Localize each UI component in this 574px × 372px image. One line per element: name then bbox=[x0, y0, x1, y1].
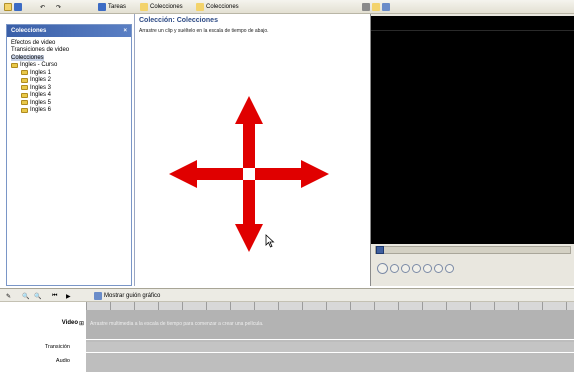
collections-button[interactable]: Colecciones bbox=[140, 2, 183, 12]
video-track-label[interactable]: Video bbox=[62, 320, 78, 326]
audio-track-label: Audio bbox=[55, 358, 70, 364]
collections-tree: Efectos de video Transiciones de video C… bbox=[7, 37, 131, 116]
up-folder-icon bbox=[362, 3, 370, 11]
time-ruler[interactable] bbox=[86, 302, 574, 310]
redo-button[interactable]: ↷ bbox=[56, 2, 61, 12]
seek-bar[interactable] bbox=[375, 246, 571, 254]
new-folder-icon bbox=[372, 3, 380, 11]
collection-instructions: Arrastre un clip y suéltelo en la escala… bbox=[139, 28, 269, 34]
undo-icon: ↶ bbox=[40, 4, 46, 11]
seek-handle[interactable] bbox=[376, 246, 384, 254]
collection-folder-icon bbox=[196, 3, 204, 11]
mouse-cursor-icon bbox=[265, 234, 275, 248]
set-audio-levels-button[interactable]: ✎ bbox=[6, 291, 11, 301]
next-frame-button[interactable] bbox=[412, 264, 421, 273]
collections-dropdown[interactable]: Colecciones bbox=[196, 2, 239, 12]
full-screen-button[interactable] bbox=[423, 264, 432, 273]
views-icon bbox=[382, 3, 390, 11]
folder-icon bbox=[21, 92, 28, 98]
tree-item-ingles-1[interactable]: Ingles 1 bbox=[9, 69, 129, 77]
collections-panel: Colecciones × Efectos de video Transicio… bbox=[6, 24, 132, 286]
tasks-icon bbox=[98, 3, 106, 11]
tree-item-video-transitions[interactable]: Transiciones de video bbox=[9, 47, 129, 55]
folder-icon bbox=[21, 85, 28, 91]
tree-item-ingles-4[interactable]: Ingles 4 bbox=[9, 92, 129, 100]
timeline: Video ⊞ Transición Audio Arrastre multim… bbox=[0, 302, 574, 372]
tree-item-ingles-2[interactable]: Ingles 2 bbox=[9, 77, 129, 85]
folder-icon bbox=[21, 70, 28, 76]
rewind-timeline-button[interactable]: ⏮ bbox=[52, 291, 57, 301]
collection-title: Colección: Colecciones bbox=[139, 17, 218, 24]
close-icon[interactable]: × bbox=[123, 28, 127, 34]
split-clip-button[interactable] bbox=[434, 264, 443, 273]
playback-controls bbox=[377, 263, 454, 274]
tree-item-collections[interactable]: Colecciones bbox=[9, 54, 129, 62]
collections-icon bbox=[140, 3, 148, 11]
main-toolbar: ↶ ↷ Tareas Colecciones Colecciones bbox=[0, 0, 574, 14]
tree-item-ingles-3[interactable]: Ingles 3 bbox=[9, 84, 129, 92]
zoom-out-button[interactable]: 🔍 bbox=[34, 291, 41, 301]
folder-icon bbox=[21, 100, 28, 106]
transition-track[interactable] bbox=[86, 342, 574, 353]
preview-monitor bbox=[370, 14, 574, 286]
snapshot-button[interactable] bbox=[445, 264, 454, 273]
undo-button[interactable]: ↶ bbox=[40, 2, 45, 12]
expand-track-icon[interactable]: ⊞ bbox=[79, 320, 84, 327]
tree-item-video-effects[interactable]: Efectos de video bbox=[9, 39, 129, 47]
tree-item-ingles-curso[interactable]: Ingles - Curso bbox=[9, 62, 129, 70]
track-labels: Video ⊞ Transición Audio bbox=[0, 302, 86, 372]
video-track[interactable]: Arrastre multimedia a la escala de tiemp… bbox=[86, 310, 574, 340]
folder-icon bbox=[21, 77, 28, 83]
rewind-icon: ⏮ bbox=[52, 292, 58, 299]
move-arrows-icon bbox=[169, 96, 329, 252]
view-buttons[interactable] bbox=[362, 2, 390, 12]
drop-hint: Arrastre multimedia a la escala de tiemp… bbox=[90, 321, 264, 327]
collections-panel-header: Colecciones × bbox=[7, 25, 131, 37]
folder-icon bbox=[11, 62, 18, 68]
previous-frame-button[interactable] bbox=[401, 264, 410, 273]
play-button[interactable] bbox=[377, 263, 388, 274]
folder-icon bbox=[4, 3, 12, 11]
folder-icon bbox=[21, 107, 28, 113]
tree-item-ingles-5[interactable]: Ingles 5 bbox=[9, 99, 129, 107]
tasks-button[interactable]: Tareas bbox=[98, 2, 126, 12]
new-project-button[interactable] bbox=[4, 2, 22, 12]
preview-screen bbox=[371, 16, 574, 244]
transition-track-label: Transición bbox=[44, 344, 70, 350]
zoom-in-icon: 🔍 bbox=[22, 293, 30, 300]
timeline-tracks[interactable]: Arrastre multimedia a la escala de tiemp… bbox=[86, 302, 574, 372]
save-icon bbox=[14, 3, 22, 11]
show-storyboard-button[interactable]: Mostrar guión gráfico bbox=[94, 291, 160, 301]
audio-track[interactable] bbox=[86, 355, 574, 372]
storyboard-icon bbox=[94, 292, 102, 300]
tree-item-ingles-6[interactable]: Ingles 6 bbox=[9, 107, 129, 115]
zoom-out-icon: 🔍 bbox=[34, 293, 42, 300]
play-icon: ▶ bbox=[66, 293, 71, 300]
play-timeline-button[interactable]: ▶ bbox=[66, 291, 71, 301]
collection-content-pane[interactable]: Colección: Colecciones Arrastre un clip … bbox=[134, 14, 368, 286]
timeline-toolbar: ✎ 🔍 🔍 ⏮ ▶ Mostrar guión gráfico bbox=[0, 288, 574, 302]
audio-levels-icon: ✎ bbox=[6, 293, 12, 300]
stop-button[interactable] bbox=[390, 264, 399, 273]
zoom-in-button[interactable]: 🔍 bbox=[22, 291, 29, 301]
redo-icon: ↷ bbox=[56, 4, 62, 11]
